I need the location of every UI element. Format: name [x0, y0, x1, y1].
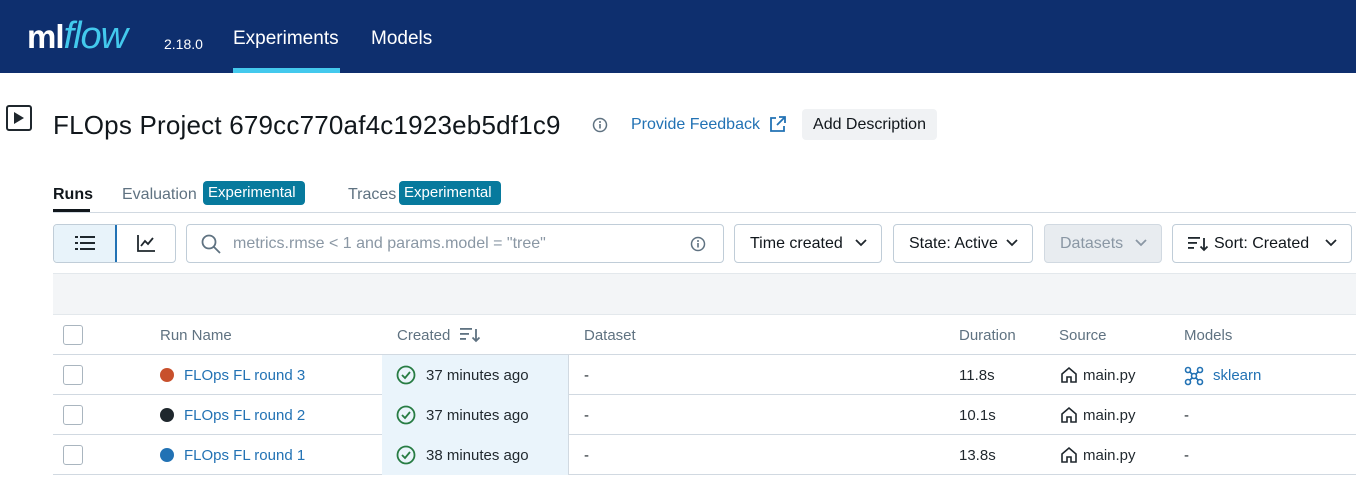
experimental-badge: Experimental [203, 181, 305, 205]
time-created-label: Time created [750, 235, 843, 252]
state-filter-dropdown[interactable]: State: Active [893, 224, 1033, 263]
tab-evaluation[interactable]: Evaluation [122, 186, 197, 204]
column-header-created[interactable]: Created [397, 327, 450, 344]
dataset-value: - [584, 447, 589, 464]
row-checkbox[interactable] [63, 445, 83, 465]
mlflow-logo[interactable]: ml flow [27, 8, 129, 64]
datasets-dropdown[interactable]: Datasets [1044, 224, 1162, 263]
column-header-source[interactable]: Source [1059, 327, 1107, 344]
duration-value: 10.1s [959, 407, 996, 424]
run-color-dot[interactable] [160, 408, 174, 422]
run-name-link[interactable]: FLOps FL round 2 [184, 407, 305, 424]
list-view-button[interactable] [54, 225, 117, 262]
version-label: 2.18.0 [164, 36, 203, 52]
source-link[interactable]: main.py [1083, 367, 1136, 384]
chart-view-button[interactable] [116, 225, 175, 262]
sidebar-toggle-icon[interactable] [6, 105, 32, 131]
table-row[interactable]: FLOps FL round 1 38 minutes ago - 13.8s … [53, 435, 1356, 475]
table-row[interactable]: FLOps FL round 2 37 minutes ago - 10.1s … [53, 395, 1356, 435]
table-header: Run Name Created Dataset Duration Source… [53, 315, 1356, 355]
run-color-dot[interactable] [160, 448, 174, 462]
run-name-link[interactable]: FLOps FL round 3 [184, 367, 305, 384]
source-link[interactable]: main.py [1083, 447, 1136, 464]
row-checkbox[interactable] [63, 405, 83, 425]
column-header-run-name[interactable]: Run Name [160, 327, 232, 344]
select-all-checkbox[interactable] [63, 325, 83, 345]
models-value: - [1184, 447, 1189, 464]
nav-models[interactable]: Models [371, 28, 432, 50]
search-info-icon[interactable] [690, 236, 706, 257]
tab-traces[interactable]: Traces [348, 186, 396, 204]
line-chart-icon [137, 235, 155, 252]
table-group-header [53, 273, 1356, 315]
experimental-badge: Experimental [399, 181, 501, 205]
row-checkbox[interactable] [63, 365, 83, 385]
created-time: 38 minutes ago [426, 447, 529, 464]
source-link[interactable]: main.py [1083, 407, 1136, 424]
search-input[interactable] [233, 225, 673, 262]
search-icon [201, 234, 221, 259]
chevron-down-icon [1325, 239, 1337, 247]
tabs-divider [53, 212, 1356, 213]
success-check-icon [396, 365, 416, 385]
logo-ml-text: ml [27, 18, 65, 55]
model-link[interactable]: sklearn [1213, 367, 1261, 384]
sort-descending-icon[interactable] [460, 327, 480, 343]
search-box [186, 224, 724, 263]
sort-icon [1188, 237, 1208, 252]
chevron-down-icon [1006, 239, 1018, 247]
duration-value: 11.8s [959, 367, 995, 384]
provide-feedback-link[interactable]: Provide Feedback [631, 116, 760, 134]
source-home-icon [1061, 446, 1077, 463]
success-check-icon [396, 445, 416, 465]
column-header-duration[interactable]: Duration [959, 327, 1016, 344]
created-time: 37 minutes ago [426, 367, 529, 384]
nav-active-indicator [233, 68, 340, 73]
model-icon [1184, 366, 1204, 386]
view-mode-toggle [53, 224, 176, 263]
tab-runs[interactable]: Runs [53, 186, 93, 204]
list-icon [75, 236, 95, 250]
created-cell: 37 minutes ago [382, 395, 569, 435]
duration-value: 13.8s [959, 447, 996, 464]
external-link-icon[interactable] [768, 115, 787, 139]
table-row[interactable]: FLOps FL round 3 37 minutes ago - 11.8s … [53, 355, 1356, 395]
time-created-dropdown[interactable]: Time created [734, 224, 882, 263]
chevron-down-icon [855, 239, 867, 247]
sort-dropdown[interactable]: Sort: Created [1172, 224, 1352, 263]
column-header-dataset[interactable]: Dataset [584, 327, 636, 344]
run-name-link[interactable]: FLOps FL round 1 [184, 447, 305, 464]
dataset-value: - [584, 407, 589, 424]
add-description-button[interactable]: Add Description [802, 109, 937, 140]
source-home-icon [1061, 406, 1077, 423]
run-color-dot[interactable] [160, 368, 174, 382]
created-cell: 38 minutes ago [382, 435, 569, 475]
success-check-icon [396, 405, 416, 425]
datasets-label: Datasets [1060, 235, 1124, 252]
created-cell: 37 minutes ago [382, 355, 569, 395]
column-header-models[interactable]: Models [1184, 327, 1232, 344]
sort-label: Sort: Created [1214, 235, 1310, 252]
nav-experiments[interactable]: Experiments [233, 28, 339, 50]
models-value: - [1184, 407, 1189, 424]
page-title: FLOps Project 679cc770af4c1923eb5df1c9 [53, 110, 561, 140]
source-home-icon [1061, 366, 1077, 383]
dataset-value: - [584, 367, 589, 384]
top-navbar: ml flow 2.18.0 Experiments Models [0, 0, 1356, 73]
info-icon[interactable] [592, 117, 608, 133]
logo-flow-text: flow [63, 15, 129, 57]
state-filter-label: State: Active [909, 235, 998, 252]
chevron-down-icon [1135, 239, 1147, 247]
created-time: 37 minutes ago [426, 407, 529, 424]
